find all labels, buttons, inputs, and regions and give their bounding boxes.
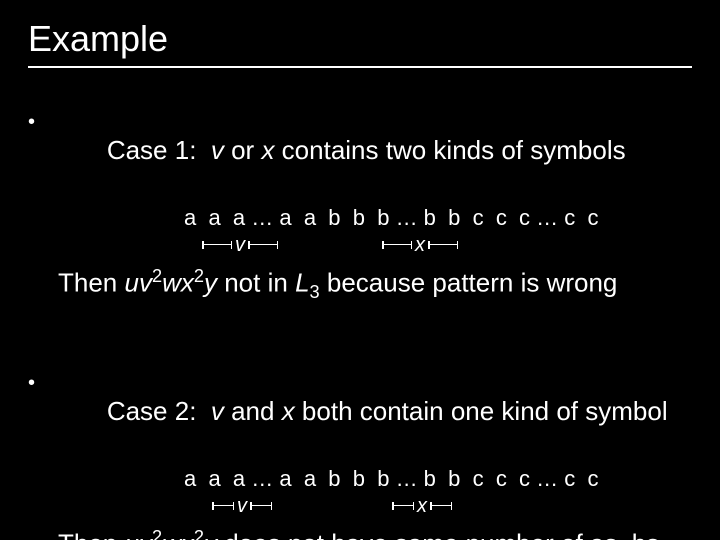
spacer bbox=[196, 135, 210, 165]
var-v: v bbox=[139, 528, 152, 540]
case-2-symbol-row: a a a … a a b b b … b b c c c … c c bbox=[28, 466, 692, 492]
exp-2: 2 bbox=[194, 527, 204, 540]
x-label: x bbox=[415, 234, 425, 257]
var-x: x bbox=[282, 396, 295, 426]
var-y: y bbox=[204, 528, 217, 540]
bracket-right bbox=[428, 244, 458, 245]
case-2-conclusion: Then uv2wx2y does not have same number o… bbox=[58, 526, 692, 540]
case-1: • Case 1: v or x contains two kinds of s… bbox=[28, 104, 692, 305]
case-2: • Case 2: v and x both contain one kind … bbox=[28, 365, 692, 540]
case-1-x-marker: x bbox=[382, 233, 458, 256]
case-2-bullet: • Case 2: v and x both contain one kind … bbox=[28, 365, 692, 458]
case-1-markers: v x bbox=[184, 233, 692, 261]
var-w: w bbox=[162, 528, 181, 540]
case-1-text: Case 1: v or x contains two kinds of sym… bbox=[49, 104, 626, 197]
x-label: x bbox=[417, 495, 427, 518]
text: not in bbox=[217, 268, 295, 298]
bracket-right bbox=[250, 505, 272, 506]
exp-2: 2 bbox=[152, 266, 162, 286]
var-v: v bbox=[139, 268, 152, 298]
case-1-conclusion: Then uv2wx2y not in L3 because pattern i… bbox=[58, 265, 692, 305]
text: Then bbox=[58, 528, 125, 540]
case-1-bullet: • Case 1: v or x contains two kinds of s… bbox=[28, 104, 692, 197]
text: contains two kinds of symbols bbox=[274, 135, 625, 165]
var-L: L bbox=[295, 268, 309, 298]
case-2-markers: v x bbox=[184, 494, 692, 522]
exp-2: 2 bbox=[152, 527, 162, 540]
case-1-symbol-row: a a a … a a b b b … b b c c c … c c bbox=[28, 205, 692, 231]
case-2-text: Case 2: v and x both contain one kind of… bbox=[49, 365, 668, 458]
case-2-prefix: Case 2: bbox=[107, 396, 197, 426]
var-x: x bbox=[181, 528, 194, 540]
var-w: w bbox=[162, 268, 181, 298]
var-x: x bbox=[181, 268, 194, 298]
bracket-left bbox=[382, 244, 412, 245]
bracket-left bbox=[202, 244, 232, 245]
var-v: v bbox=[211, 396, 224, 426]
var-u: u bbox=[125, 268, 139, 298]
case-1-prefix: Case 1: bbox=[107, 135, 197, 165]
case-2-x-marker: x bbox=[392, 494, 452, 517]
v-label: v bbox=[237, 495, 247, 518]
exp-2: 2 bbox=[194, 266, 204, 286]
bracket-left bbox=[392, 505, 414, 506]
case-1-v-marker: v bbox=[202, 233, 278, 256]
var-y: y bbox=[204, 268, 217, 298]
slide: Example • Case 1: v or x contains two ki… bbox=[0, 0, 720, 540]
text: Then bbox=[58, 268, 125, 298]
bullet-icon: • bbox=[28, 109, 35, 135]
text: or bbox=[224, 135, 262, 165]
text: because pattern is wrong bbox=[320, 268, 618, 298]
bullet-icon: • bbox=[28, 370, 35, 396]
v-label: v bbox=[235, 234, 245, 257]
text: both contain one kind of symbol bbox=[295, 396, 668, 426]
bracket-left bbox=[212, 505, 234, 506]
slide-title: Example bbox=[28, 18, 692, 68]
text: and bbox=[224, 396, 282, 426]
bracket-right bbox=[248, 244, 278, 245]
sub-3: 3 bbox=[310, 282, 320, 302]
var-v: v bbox=[211, 135, 224, 165]
case-2-v-marker: v bbox=[212, 494, 272, 517]
spacer bbox=[196, 396, 210, 426]
var-x: x bbox=[261, 135, 274, 165]
bracket-right bbox=[430, 505, 452, 506]
var-u: u bbox=[125, 528, 139, 540]
